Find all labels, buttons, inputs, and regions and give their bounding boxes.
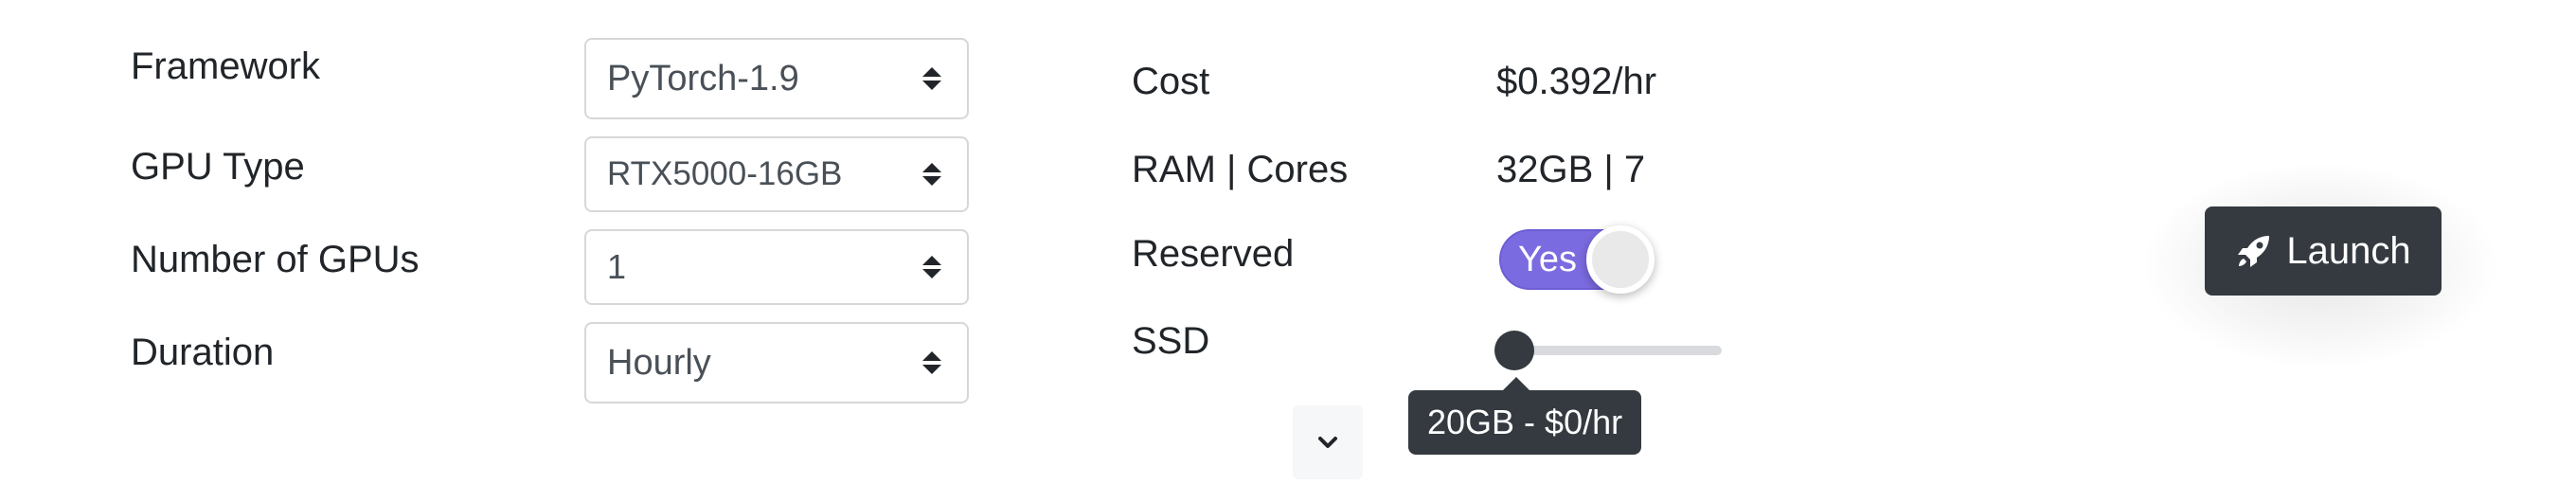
launch-button-label: Launch xyxy=(2286,229,2411,272)
duration-select-value: Hourly xyxy=(607,342,711,383)
gpu-type-select[interactable]: RTX5000-16GB xyxy=(584,136,969,212)
number-of-gpus-select-value: 1 xyxy=(607,247,627,286)
framework-select-value: PyTorch-1.9 xyxy=(607,58,799,99)
toggle-knob[interactable] xyxy=(1586,225,1655,294)
select-arrows-icon xyxy=(921,256,942,278)
select-arrows-icon xyxy=(921,67,942,90)
framework-select[interactable]: PyTorch-1.9 xyxy=(584,38,969,119)
ram-cores-label: RAM | Cores xyxy=(1132,149,1349,190)
duration-select[interactable]: Hourly xyxy=(584,322,969,403)
gpu-type-select-value: RTX5000-16GB xyxy=(607,155,843,192)
launch-button[interactable]: Launch xyxy=(2205,206,2442,296)
cost-label: Cost xyxy=(1132,61,1210,102)
ssd-slider-thumb[interactable] xyxy=(1494,331,1534,370)
ram-cores-value: 32GB | 7 xyxy=(1496,149,1646,190)
framework-label: Framework xyxy=(131,45,321,87)
select-arrows-icon xyxy=(921,163,942,186)
rocket-icon xyxy=(2238,236,2270,267)
cost-value: $0.392/hr xyxy=(1496,61,1657,102)
ssd-slider-track[interactable] xyxy=(1515,346,1722,355)
ssd-tooltip: 20GB - $0/hr xyxy=(1408,390,1642,455)
number-of-gpus-label: Number of GPUs xyxy=(131,239,420,280)
reserved-toggle-text: Yes xyxy=(1518,240,1577,279)
expand-button[interactable] xyxy=(1293,405,1363,479)
ssd-label: SSD xyxy=(1132,320,1210,362)
reserved-label: Reserved xyxy=(1132,233,1295,275)
select-arrows-icon xyxy=(921,351,942,374)
tooltip-arrow xyxy=(1503,377,1530,390)
chevron-down-icon xyxy=(1318,437,1337,448)
gpu-type-label: GPU Type xyxy=(131,146,305,188)
number-of-gpus-select[interactable]: 1 xyxy=(584,229,969,305)
reserved-toggle[interactable]: Yes xyxy=(1499,225,1655,294)
duration-label: Duration xyxy=(131,332,275,373)
